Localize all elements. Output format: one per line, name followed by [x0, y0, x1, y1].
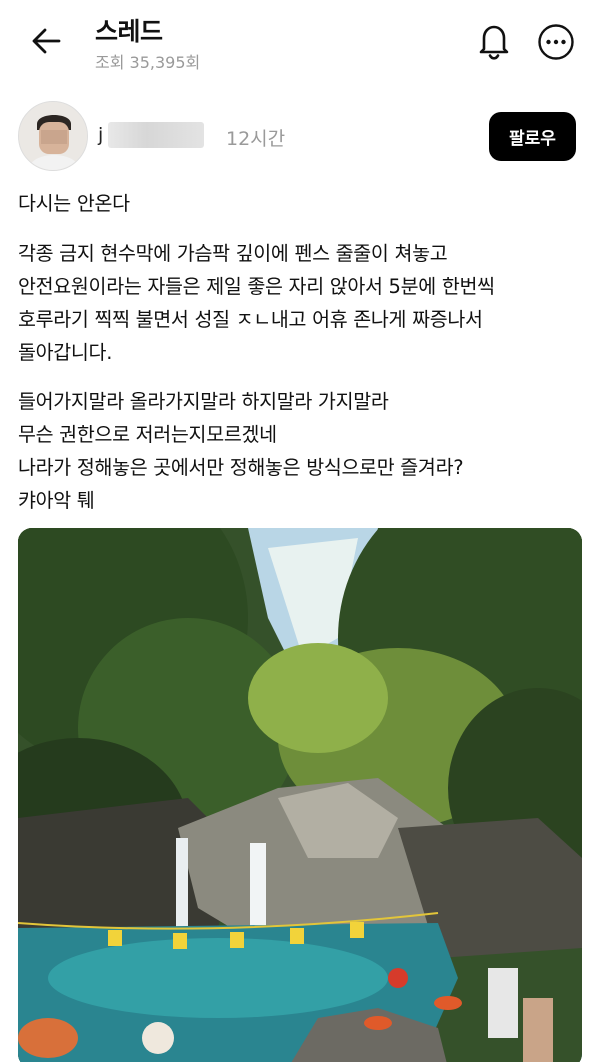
user-photo-icon: [19, 102, 87, 170]
arrow-left-icon: [32, 28, 61, 54]
view-count: 조회 35,395회: [95, 53, 201, 72]
post-text-line: 다시는 안온다: [18, 192, 130, 215]
follow-button[interactable]: 팔로우: [489, 112, 576, 161]
post-text-paragraph: 각종 금지 현수막에 가슴팍 깊이에 펜스 줄줄이 쳐놓고 안전요원이라는 자들…: [18, 242, 495, 364]
avatar[interactable]: [18, 101, 88, 171]
back-button[interactable]: [26, 24, 66, 58]
top-bar: 스레드 조회 35,395회: [0, 0, 600, 86]
bell-icon: [479, 25, 509, 60]
username-blur: [108, 122, 204, 148]
post-timestamp: 12시간: [226, 128, 286, 150]
waterfall-photo: [18, 528, 582, 1062]
post-image[interactable]: [18, 528, 582, 1062]
notifications-button[interactable]: [474, 20, 514, 62]
post-text-paragraph: 들어가지말라 올라가지말라 하지말라 가지말라 무슨 권한으로 저러는지모르겠네…: [18, 390, 464, 512]
page-title: 스레드: [95, 17, 163, 46]
more-options-button[interactable]: [536, 22, 576, 62]
more-horizontal-icon: [538, 24, 574, 60]
